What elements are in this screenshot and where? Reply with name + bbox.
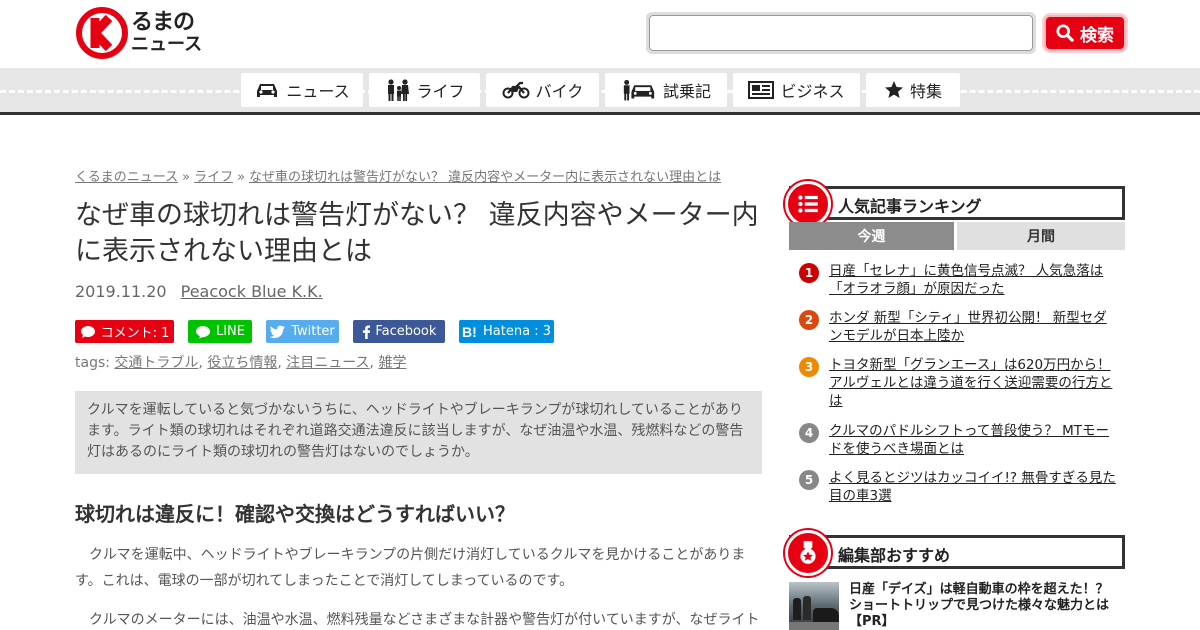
tag-link[interactable]: 注目ニュース <box>286 355 369 371</box>
article-paragraph: クルマのメーターには、油温や水温、燃料残量などさまざまな計器や警告灯が付いていま… <box>89 612 760 628</box>
site-logo[interactable]: るまの ニュース <box>75 6 202 60</box>
logo-line2: ニュース <box>131 34 203 55</box>
recommend-badge <box>785 530 831 576</box>
logo-wordmark: るまの ニュース <box>131 12 202 54</box>
nav-label: ビジネス <box>780 82 845 101</box>
site-header: るまの ニュース 検索 <box>0 0 1200 68</box>
ranking-link[interactable]: クルマのパドルシフトって普段使う？ MTモードを使うべき場面とは <box>829 422 1119 458</box>
ranking-header: 人気記事ランキング <box>789 186 1125 220</box>
ranking-badge <box>785 181 831 227</box>
nav-item-feature[interactable]: 特集 <box>866 73 960 107</box>
car-icon <box>257 84 278 97</box>
search-box <box>646 12 1036 54</box>
nav-road-line <box>0 90 1200 93</box>
twitter-share-button[interactable]: Twitter <box>266 320 339 343</box>
recommend-thumbnail <box>789 582 839 630</box>
search-icon <box>1056 24 1074 42</box>
line-label: LINE <box>215 324 245 339</box>
ranking-link[interactable]: 日産「セレナ」に黄色信号点滅？ 人気急落は「オラオラ顔」が原因だった <box>829 262 1119 298</box>
breadcrumb-category[interactable]: ライフ <box>194 170 233 185</box>
breadcrumb: くるまのニュース» ライフ» なぜ車の球切れは警告灯がない？ 違反内容やメーター内に… <box>75 166 721 185</box>
recommend-title: 編集部おすすめ <box>838 546 951 565</box>
nav-item-news[interactable]: ニュース <box>241 73 363 107</box>
tab-month[interactable]: 月間 <box>957 222 1125 250</box>
main-nav: ニュース ライフ バイク 試乗記 ビジネス 特集 <box>0 68 1200 115</box>
search-button[interactable]: 検索 <box>1044 15 1126 51</box>
search-button-label: 検索 <box>1080 25 1114 46</box>
line-share-button[interactable]: LINE <box>188 320 252 343</box>
facebook-label: Facebook <box>375 324 437 339</box>
recommend-header: 編集部おすすめ <box>789 535 1125 569</box>
twitter-icon <box>270 325 286 338</box>
svg-text:B!: B! <box>462 325 477 339</box>
nav-label: バイク <box>535 82 584 101</box>
article-date: 2019.11.20 <box>75 282 167 301</box>
list-icon <box>798 195 818 213</box>
article-lead: クルマを運転していると気づかないうちに、ヘッドライトやブレーキランプが球切れして… <box>75 391 762 474</box>
tag-link[interactable]: 雑学 <box>378 355 406 371</box>
rank-number: 3 <box>799 357 819 377</box>
facebook-icon <box>362 324 370 339</box>
breadcrumb-separator: » <box>182 170 191 185</box>
hatena-label: Hatena : 3 <box>483 324 551 339</box>
ranking-item[interactable]: 4 クルマのパドルシフトって普段使う？ MTモードを使うべき場面とは <box>799 422 1125 458</box>
tags-label: tags: <box>75 355 110 371</box>
breadcrumb-current[interactable]: なぜ車の球切れは警告灯がない？ 違反内容やメーター内に表示されない理由とは <box>249 170 721 185</box>
test-drive-icon <box>623 79 655 101</box>
star-icon <box>884 81 903 98</box>
medal-icon <box>800 541 816 564</box>
ranking-item[interactable]: 2 ホンダ 新型「シティ」世界初公開！ 新型セダンモデルが日本上陸か <box>799 309 1125 345</box>
article-paragraph: クルマを運転中、ヘッドライトやブレーキランプの片側だけ消灯しているクルマを見かけ… <box>75 547 746 589</box>
rank-number: 1 <box>799 263 819 283</box>
comment-button[interactable]: コメント: 1 <box>75 320 174 343</box>
ranking-item[interactable]: 5 よく見るとジツはカッコイイ!? 無骨すぎる見た目の車3選 <box>799 469 1125 505</box>
twitter-label: Twitter <box>291 324 335 339</box>
ranking-title: 人気記事ランキング <box>838 197 982 216</box>
rank-number: 2 <box>799 310 819 330</box>
nav-item-test-drive[interactable]: 試乗記 <box>605 73 727 107</box>
rank-number: 5 <box>799 470 819 490</box>
ranking-link[interactable]: ホンダ 新型「シティ」世界初公開！ 新型セダンモデルが日本上陸か <box>829 309 1119 345</box>
nav-label: ライフ <box>416 82 465 101</box>
ranking-link[interactable]: よく見るとジツはカッコイイ!? 無骨すぎる見た目の車3選 <box>829 469 1119 505</box>
article-tags: tags: 交通トラブル, 役立ち情報, 注目ニュース, 雑学 <box>75 355 407 371</box>
line-icon <box>195 325 210 338</box>
breadcrumb-separator: » <box>237 170 246 185</box>
nav-item-business[interactable]: ビジネス <box>733 73 860 107</box>
nav-item-bike[interactable]: バイク <box>486 73 599 107</box>
motorcycle-icon <box>502 81 530 99</box>
comment-label: コメント: 1 <box>100 326 170 341</box>
breadcrumb-home[interactable]: くるまのニュース <box>75 170 178 185</box>
speech-bubble-icon <box>80 325 95 338</box>
hatena-share-button[interactable]: B! Hatena : 3 <box>459 320 554 343</box>
tab-week[interactable]: 今週 <box>789 222 954 250</box>
recommend-item[interactable]: 日産「デイズ」は軽自動車の枠を超えた！？ ショートトリップで見つけた様々な魅力と… <box>789 582 1125 630</box>
rank-number: 4 <box>799 423 819 443</box>
tag-link[interactable]: 交通トラブル <box>114 355 198 371</box>
newspaper-icon <box>748 81 775 99</box>
article-meta: 2019.11.20 Peacock Blue K.K. <box>75 282 323 301</box>
article-author[interactable]: Peacock Blue K.K. <box>181 282 323 301</box>
nav-label: 特集 <box>909 82 942 101</box>
ranking-item[interactable]: 3 トヨタ新型「グランエース」は620万円から！ アルヴェルとは違う道を行く送迎… <box>799 356 1125 410</box>
facebook-share-button[interactable]: Facebook <box>353 320 445 343</box>
ranking-link[interactable]: トヨタ新型「グランエース」は620万円から！ アルヴェルとは違う道を行く送迎需要… <box>829 356 1119 410</box>
hatena-icon: B! <box>462 325 477 339</box>
article-title: なぜ車の球切れは警告灯がない？ 違反内容やメーター内に表示されない理由とは <box>75 200 759 267</box>
logo-line1: るまの <box>131 10 195 35</box>
recommend-link[interactable]: 日産「デイズ」は軽自動車の枠を超えた！？ ショートトリップで見つけた様々な魅力と… <box>849 582 1119 630</box>
tag-link[interactable]: 役立ち情報 <box>207 355 277 371</box>
search-input[interactable] <box>649 15 1033 51</box>
nav-item-life[interactable]: ライフ <box>369 73 480 107</box>
nav-label: ニュース <box>286 82 350 101</box>
family-icon <box>388 79 410 101</box>
ranking-item[interactable]: 1 日産「セレナ」に黄色信号点滅？ 人気急落は「オラオラ顔」が原因だった <box>799 262 1125 298</box>
logo-k-icon <box>76 7 128 59</box>
nav-label: 試乗記 <box>662 82 711 101</box>
section-heading: 球切れは違反に！確認や交換はどうすればいい？ <box>75 502 515 526</box>
